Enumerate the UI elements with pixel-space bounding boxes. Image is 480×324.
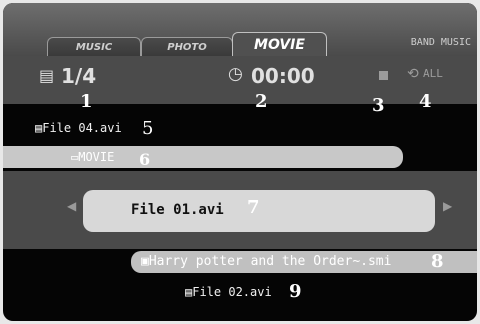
tab-movie[interactable]: MOVIE <box>232 32 327 57</box>
player-screen: MUSIC PHOTO MOVIE BAND MUSIC ▤ 1/4 ◷ 00:… <box>3 3 477 321</box>
folder-label: ▭MOVIE <box>71 150 115 164</box>
right-arrow-icon[interactable]: ▶ <box>443 199 452 213</box>
stop-icon[interactable] <box>379 71 388 80</box>
selected-file-item[interactable]: File 01.avi 7 <box>83 190 435 232</box>
tab-photo[interactable]: PHOTO <box>141 37 233 56</box>
callout-8: 8 <box>431 251 444 272</box>
tab-music[interactable]: MUSIC <box>47 37 141 56</box>
clock-icon: ◷ <box>228 64 243 84</box>
file-selector-band: ◀ File 01.avi 7 ▶ <box>3 171 477 249</box>
next-file-item[interactable]: ▤File 02.avi <box>185 285 272 299</box>
repeat-mode[interactable]: ALL <box>423 67 443 80</box>
current-folder-bar[interactable]: ▭MOVIE <box>3 146 403 168</box>
callout-7: 7 <box>247 197 260 218</box>
status-bar: ▤ 1/4 ◷ 00:00 ⟲ ALL <box>3 56 477 104</box>
callout-1: 1 <box>80 91 93 112</box>
callout-4: 4 <box>419 91 432 112</box>
previous-file-item[interactable]: ▤File 04.avi <box>35 121 122 135</box>
band-music-label: BAND MUSIC <box>410 37 471 48</box>
track-count: 1/4 <box>61 64 97 88</box>
repeat-icon[interactable]: ⟲ <box>407 66 419 82</box>
callout-6: 6 <box>139 150 151 169</box>
tab-bar: MUSIC PHOTO MOVIE BAND MUSIC <box>3 3 477 57</box>
callout-5: 5 <box>142 118 154 139</box>
playback-time: 00:00 <box>251 64 315 88</box>
callout-3: 3 <box>372 95 385 116</box>
selected-file-label: File 01.avi <box>131 202 224 218</box>
previous-file-label: File 04.avi <box>42 121 122 135</box>
callout-9: 9 <box>289 281 302 302</box>
subtitle-icon: ▣ <box>141 254 149 269</box>
left-arrow-icon[interactable]: ◀ <box>67 199 76 213</box>
track-icon: ▤ <box>39 66 55 85</box>
subtitle-label: ▣Harry potter and the Order~.smi <box>141 254 392 269</box>
callout-2: 2 <box>255 91 268 112</box>
next-file-label: File 02.avi <box>192 285 272 299</box>
subtitle-file-item[interactable]: ▣Harry potter and the Order~.smi 8 <box>131 251 477 273</box>
